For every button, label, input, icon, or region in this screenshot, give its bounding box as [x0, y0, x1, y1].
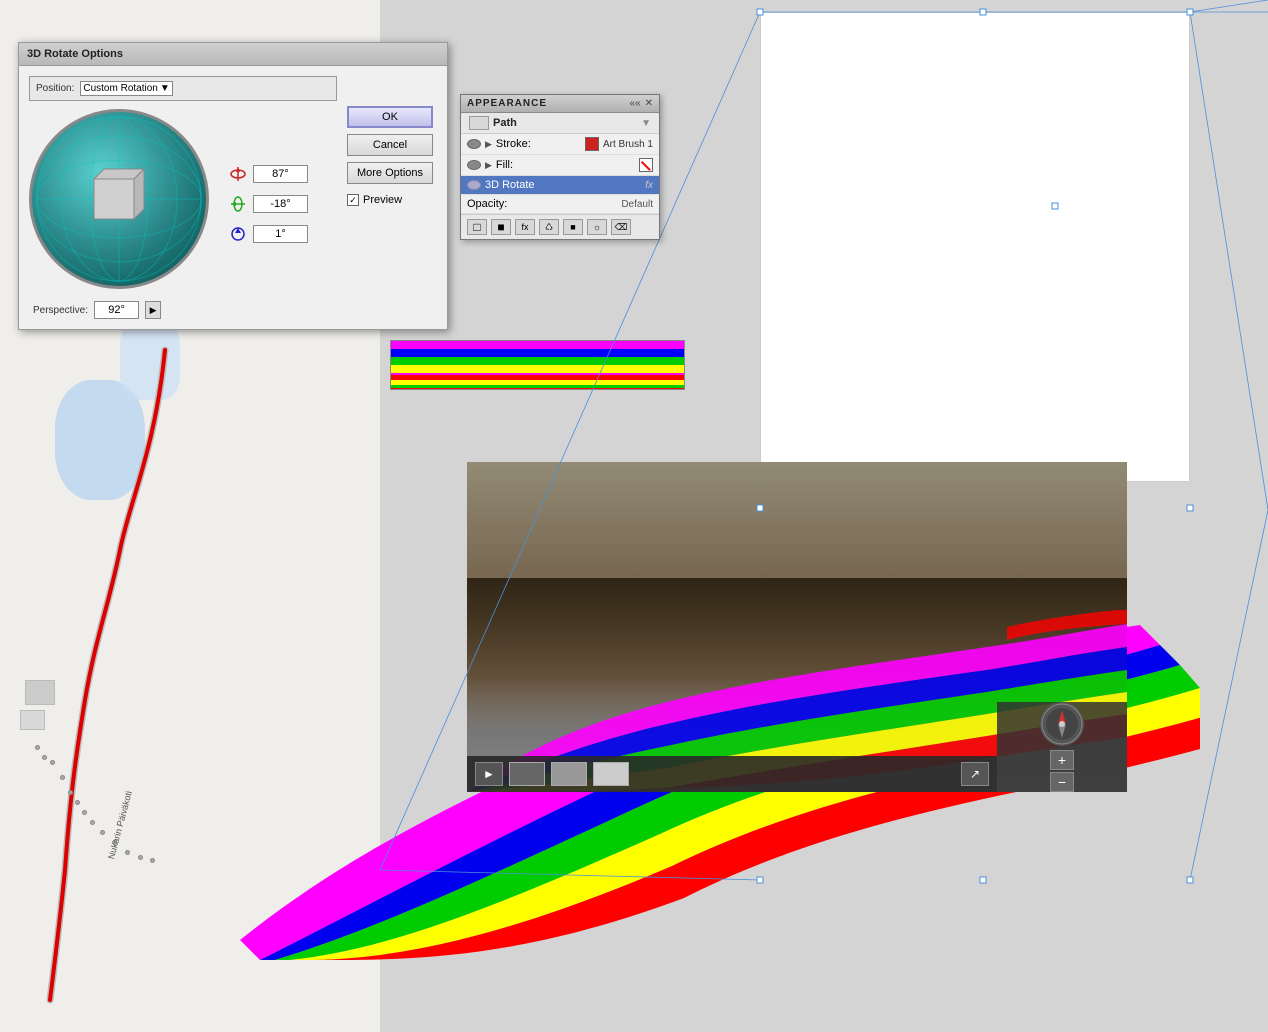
street-view-bottom-bar: ► ↗ [467, 756, 997, 792]
opacity-label: Opacity: [467, 198, 617, 210]
more-options-button[interactable]: More Options [347, 162, 433, 184]
map-dot [138, 855, 143, 860]
fx-icon: fx [645, 180, 653, 191]
effect-row-selected[interactable]: 3D Rotate fx [461, 176, 659, 195]
3d-cube [79, 164, 159, 234]
fill-row: ▶ Fill: [461, 155, 659, 176]
perspective-label: Perspective: [33, 305, 88, 316]
zoom-out-btn[interactable]: − [1050, 772, 1074, 792]
dropdown-arrow-icon: ▼ [160, 83, 170, 94]
opacity-row: Opacity: Default [461, 195, 659, 214]
map-dot [60, 775, 65, 780]
opacity-value: Default [621, 199, 653, 210]
rotation-controls [219, 165, 308, 243]
path-thumbnail [469, 116, 489, 130]
stroke-color-swatch[interactable] [585, 137, 599, 151]
map-dot [68, 790, 73, 795]
stroke-label[interactable]: Stroke: [496, 138, 581, 150]
rotation-x-input[interactable] [253, 165, 308, 183]
perspective-stepper[interactable]: ▶ [145, 301, 161, 319]
reduce-to-basic-btn[interactable]: ■ [563, 219, 583, 235]
delete-item-btn[interactable]: ⌫ [611, 219, 631, 235]
visibility-eye-icon[interactable] [467, 180, 481, 190]
street-view-photo: ► ↗ + − [467, 462, 1127, 792]
collapse-icon[interactable]: «« [629, 98, 640, 109]
appearance-title: APPEARANCE [467, 98, 547, 109]
clear-appearance-btn[interactable]: ♺ [539, 219, 559, 235]
expand-arrow-icon: ▶ [485, 139, 492, 150]
visibility-eye-icon[interactable] [467, 160, 481, 170]
preview-checkbox[interactable]: ✓ [347, 194, 359, 206]
map-dot [90, 820, 95, 825]
path-header: Path ▼ [461, 113, 659, 134]
rotation-z-row [229, 225, 308, 243]
rainbow-preview [390, 340, 685, 390]
rotation-y-row [229, 195, 308, 213]
ok-button[interactable]: OK [347, 106, 433, 128]
zoom-controls: + − [1050, 750, 1074, 792]
rainbow-stripes-preview [391, 341, 685, 390]
cancel-button[interactable]: Cancel [347, 134, 433, 156]
stroke-value: Art Brush 1 [603, 139, 653, 150]
street-view-thumb-3[interactable] [593, 762, 629, 786]
stroke-row: ▶ Stroke: Art Brush 1 [461, 134, 659, 155]
appearance-panel: APPEARANCE «« ✕ Path ▼ ▶ Stroke: Art Bru… [460, 94, 660, 240]
appearance-title-bar: APPEARANCE «« ✕ [461, 95, 659, 113]
expand-controls: ↗ [961, 762, 989, 786]
map-water-2 [120, 320, 180, 400]
visibility-eye-icon[interactable] [467, 139, 481, 149]
add-new-fill-btn[interactable]: ■ [491, 219, 511, 235]
map-dot [150, 858, 155, 863]
position-row: Position: Custom Rotation ▼ [29, 76, 337, 101]
rotation-y-icon [229, 195, 247, 213]
zoom-in-btn[interactable]: + [1050, 750, 1074, 770]
compass-svg [1040, 702, 1084, 746]
perspective-input[interactable] [94, 301, 139, 319]
close-icon[interactable]: ✕ [645, 98, 653, 109]
rotation-z-icon [229, 225, 247, 243]
map-dot [35, 745, 40, 750]
rotation-x-icon [229, 165, 247, 183]
dialog-3d-rotate: 3D Rotate Options Position: Custom Rotat… [18, 42, 448, 330]
rotation-y-input[interactable] [253, 195, 308, 213]
dialog-buttons: OK Cancel More Options ✓ Preview [347, 76, 437, 319]
dialog-title: 3D Rotate Options [19, 43, 447, 66]
rotation-x-row [229, 165, 308, 183]
map-building [25, 680, 55, 705]
street-view-next-btn[interactable]: ► [475, 762, 503, 786]
expand-btn[interactable]: ↗ [961, 762, 989, 786]
position-select[interactable]: Custom Rotation ▼ [80, 81, 172, 96]
add-new-stroke-btn[interactable]: □ [467, 219, 487, 235]
map-dot [125, 850, 130, 855]
effect-label: 3D Rotate [485, 179, 641, 191]
appearance-bottom-toolbar: □ ■ fx ♺ ■ ☼ ⌫ [461, 214, 659, 239]
map-dot [75, 800, 80, 805]
street-view-thumb-2[interactable] [551, 762, 587, 786]
expand-arrow-icon: ▶ [485, 160, 492, 171]
perspective-row: Perspective: ▶ [29, 301, 337, 319]
canvas-area: Nukarin Päiväkoti [0, 0, 1268, 1032]
street-view-controls: + − [997, 702, 1127, 792]
no-fill-swatch[interactable] [639, 158, 653, 172]
3d-globe-widget[interactable] [29, 109, 209, 289]
map-dot [50, 760, 55, 765]
fill-label[interactable]: Fill: [496, 159, 635, 171]
map-building [20, 710, 45, 730]
map-dot [82, 810, 87, 815]
rotation-z-input[interactable] [253, 225, 308, 243]
street-view-thumb-1[interactable] [509, 762, 545, 786]
map-dot [100, 830, 105, 835]
appearance-panel-controls: «« ✕ [629, 98, 653, 109]
street-label: Nukarin Päiväkoti [106, 790, 134, 860]
preview-label: Preview [363, 194, 402, 206]
add-effect-btn[interactable]: fx [515, 219, 535, 235]
compass-widget[interactable] [1040, 702, 1084, 746]
position-label: Position: [36, 83, 74, 94]
artboard [760, 12, 1190, 482]
duplicate-item-btn[interactable]: ☼ [587, 219, 607, 235]
preview-row: ✓ Preview [347, 194, 437, 206]
map-dot [42, 755, 47, 760]
path-title: Path [493, 117, 637, 129]
scroll-arrow-icon: ▼ [641, 118, 651, 129]
